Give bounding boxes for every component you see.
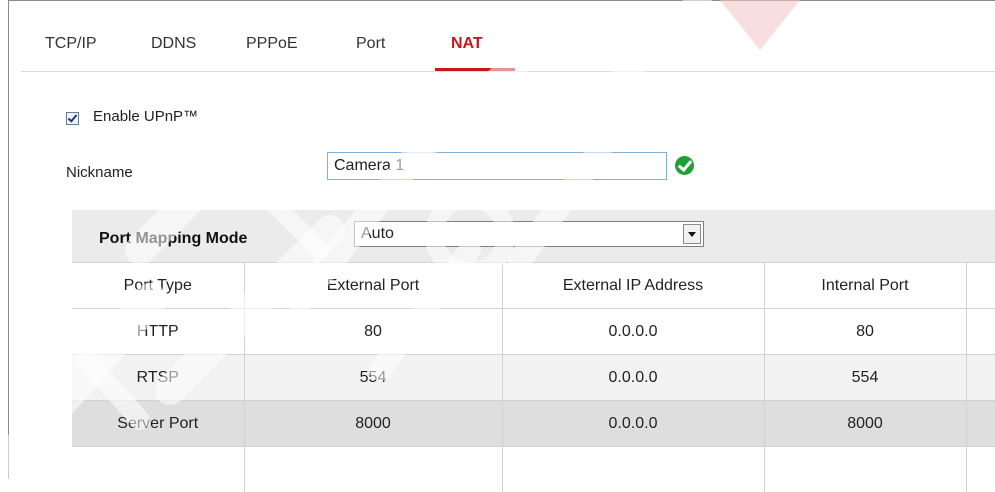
enable-upnp-checkbox[interactable] bbox=[66, 112, 79, 125]
table-cell: 554 bbox=[764, 355, 966, 401]
enable-upnp-row[interactable]: Enable UPnP™ bbox=[66, 108, 198, 125]
port-mapping-table: Port Type External Port External IP Addr… bbox=[72, 262, 995, 492]
nickname-input[interactable] bbox=[327, 152, 667, 180]
tab-ddns[interactable]: DDNS bbox=[151, 35, 196, 53]
port-mapping-mode-label: Port Mapping Mode bbox=[99, 230, 247, 248]
nat-settings-panel: TCP/IP DDNS PPPoE Port NAT Enable UPnP™ … bbox=[8, 0, 995, 479]
column-header: External Port bbox=[244, 263, 502, 309]
tab-nat[interactable]: NAT bbox=[451, 35, 483, 53]
table-cell: 554 bbox=[244, 355, 502, 401]
table-row: Server Port 8000 0.0.0.0 8000 bbox=[72, 401, 995, 447]
table-cell: 0.0.0.0 bbox=[502, 355, 764, 401]
port-mapping-mode-value: Auto bbox=[361, 225, 394, 243]
table-cell bbox=[966, 447, 995, 492]
active-tab-indicator bbox=[435, 68, 515, 71]
table-cell bbox=[966, 309, 995, 355]
table-row bbox=[72, 447, 995, 492]
table-cell: 80 bbox=[764, 309, 966, 355]
table-cell: RTSP bbox=[72, 355, 244, 401]
enable-upnp-label: Enable UPnP™ bbox=[93, 108, 198, 125]
table-cell bbox=[966, 355, 995, 401]
column-header: External IP Address bbox=[502, 263, 764, 309]
table-cell bbox=[966, 401, 995, 447]
table-cell: Server Port bbox=[72, 401, 244, 447]
chevron-down-icon[interactable] bbox=[683, 224, 701, 244]
table-cell: 0.0.0.0 bbox=[502, 309, 764, 355]
nickname-label: Nickname bbox=[66, 164, 133, 181]
column-header bbox=[966, 263, 995, 309]
tab-pppoe[interactable]: PPPoE bbox=[246, 35, 298, 53]
table-cell: 8000 bbox=[244, 401, 502, 447]
table-cell bbox=[764, 447, 966, 492]
table-row: HTTP 80 0.0.0.0 80 bbox=[72, 309, 995, 355]
settings-tab-bar: TCP/IP DDNS PPPoE Port NAT bbox=[21, 11, 995, 72]
table-cell bbox=[72, 447, 244, 492]
table-cell: 0.0.0.0 bbox=[502, 401, 764, 447]
table-cell: HTTP bbox=[72, 309, 244, 355]
table-cell bbox=[244, 447, 502, 492]
column-header: Internal Port bbox=[764, 263, 966, 309]
table-header-row: Port Type External Port External IP Addr… bbox=[72, 263, 995, 309]
check-circle-icon bbox=[675, 156, 694, 175]
tab-port[interactable]: Port bbox=[356, 35, 385, 53]
table-cell: 8000 bbox=[764, 401, 966, 447]
table-cell: 80 bbox=[244, 309, 502, 355]
port-mapping-mode-select[interactable]: Auto bbox=[354, 221, 704, 247]
table-cell bbox=[502, 447, 764, 492]
column-header: Port Type bbox=[72, 263, 244, 309]
table-row: RTSP 554 0.0.0.0 554 bbox=[72, 355, 995, 401]
tab-tcpip[interactable]: TCP/IP bbox=[45, 35, 97, 53]
port-mapping-section: Port Mapping Mode Auto Port Type Externa… bbox=[72, 210, 995, 480]
